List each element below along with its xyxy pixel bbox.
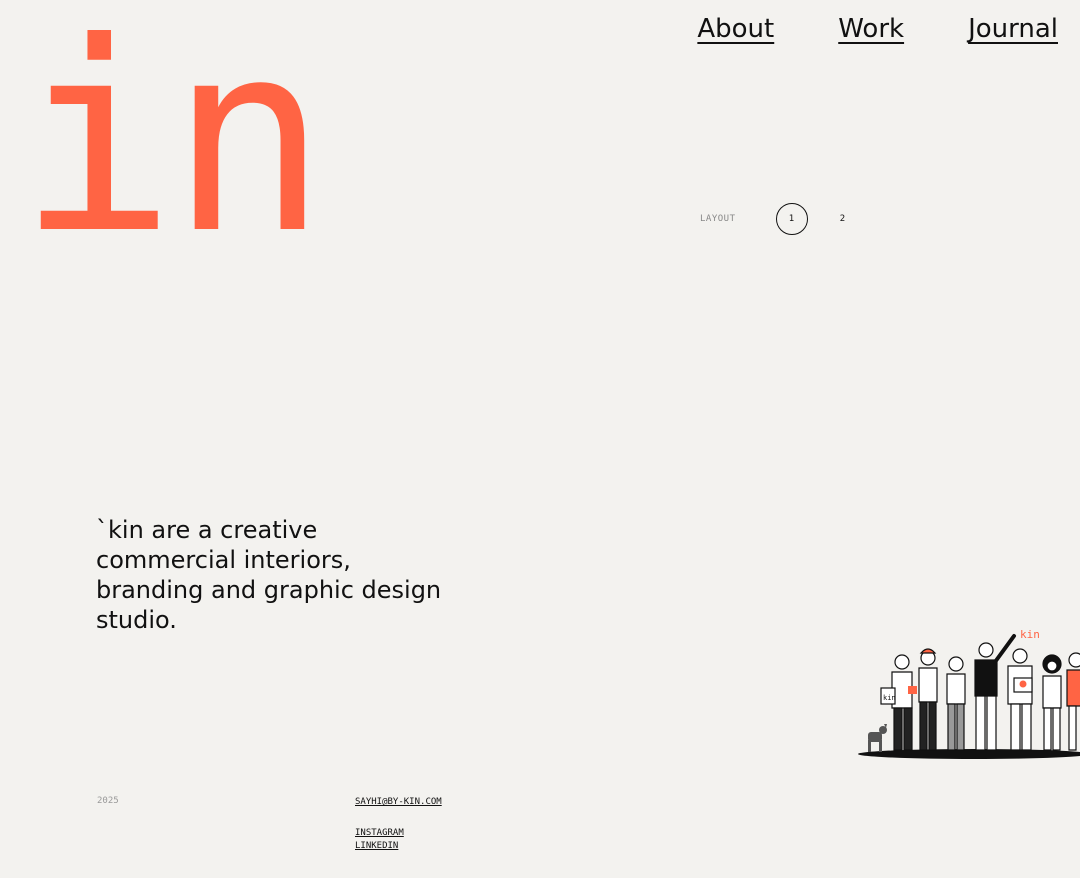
layout-label: LAYOUT <box>700 214 736 224</box>
dog-figure <box>868 724 887 752</box>
main-nav: About Work Journal <box>697 14 1058 44</box>
sign-label: kin <box>1020 628 1040 641</box>
person-figure-1: kin <box>880 654 913 751</box>
person-figure-5 <box>1007 648 1033 751</box>
person-figure-3 <box>946 656 966 751</box>
person-figure-7 <box>1066 652 1080 751</box>
nav-work-link[interactable]: Work <box>838 14 904 44</box>
layout-switcher: LAYOUT 1 2 <box>700 203 858 235</box>
nav-about-link[interactable]: About <box>697 14 774 44</box>
email-link[interactable]: SAYHI@BY-KIN.COM <box>355 796 442 809</box>
footer-year: 2025 <box>97 796 119 806</box>
layout-option-2[interactable]: 2 <box>828 204 858 234</box>
person-figure-6 <box>1042 654 1062 751</box>
brand-logo[interactable]: in <box>18 8 327 270</box>
footer-contact: SAYHI@BY-KIN.COM INSTAGRAM LINKEDIN <box>355 796 442 853</box>
instagram-link[interactable]: INSTAGRAM <box>355 827 442 840</box>
bag-label: kin <box>883 694 896 702</box>
layout-option-1[interactable]: 1 <box>775 203 808 235</box>
linkedin-link[interactable]: LINKEDIN <box>355 840 442 853</box>
hero-tagline: `kin are a creative commercial interiors… <box>96 516 442 634</box>
nav-journal-link[interactable]: Journal <box>968 14 1058 44</box>
team-illustration: kin kin <box>858 628 1080 759</box>
